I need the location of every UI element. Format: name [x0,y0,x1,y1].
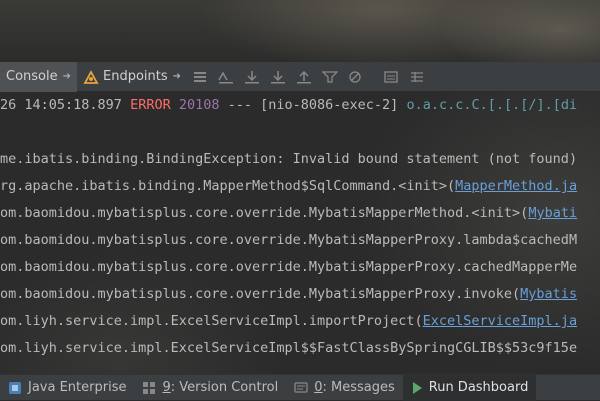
stack-line: om.baomidou.mybatisplus.core.override.My… [0,232,578,248]
download-icon[interactable] [270,69,286,85]
console-output: 26 14:05:18.897 ERROR 20108 --- [nio-808… [0,92,600,374]
pin-icon[interactable]: ➜ [173,71,181,82]
version-control-icon [142,381,156,395]
source-link[interactable]: MapperMethod.ja [455,178,577,194]
scroll-down-icon[interactable] [244,69,260,85]
pin-icon[interactable]: ➜ [63,71,71,82]
log-line-header: 26 14:05:18.897 ERROR 20108 --- [nio-808… [0,97,578,113]
background-photo [0,0,600,62]
tab-endpoints[interactable]: Endpoints ➜ [77,62,187,92]
sort-icon[interactable] [218,69,234,85]
stack-line: om.baomidou.mybatisplus.core.override.My… [0,259,578,275]
stack-line: om.baomidou.mybatisplus.core.override.My… [0,205,578,221]
endpoints-icon [83,69,99,85]
filter-icon[interactable] [322,69,339,85]
source-link[interactable]: Mybati [528,205,577,221]
run-icon [411,381,423,395]
tab-console-label: Console [6,69,58,84]
menu-icon[interactable] [192,69,208,85]
tool-window-toolbar: Console ➜ Endpoints ➜ [0,61,600,92]
clear-icon[interactable] [348,69,364,85]
bottom-tool-bar: Java Enterprise 9: Version Control 0: Me… [0,374,600,401]
tab-messages[interactable]: 0: Messages [286,375,403,401]
print-icon[interactable] [383,69,399,85]
stack-line: om.baomidou.mybatisplus.core.override.My… [0,286,578,302]
logger-name: o.a.c.c.C.[.[.[/].[di [406,97,578,113]
stack-line: om.liyh.service.impl.ExcelServiceImpl.im… [0,313,578,329]
source-link[interactable]: ExcelServiceImpl.ja [423,313,577,329]
tab-endpoints-label: Endpoints [103,69,168,84]
layout-icon[interactable] [409,69,425,85]
messages-icon [294,381,308,395]
stack-line: me.ibatis.binding.BindingException: Inva… [0,151,578,167]
upload-icon[interactable] [296,69,312,85]
source-link[interactable]: Mybatis [520,286,577,302]
log-level: ERROR [130,97,171,113]
tab-run-dashboard[interactable]: Run Dashboard [402,374,537,401]
tab-version-control[interactable]: 9: Version Control [134,375,286,401]
process-id: 20108 [178,97,220,113]
tab-console[interactable]: Console ➜ [0,61,77,92]
stack-line: rg.apache.ibatis.binding.MapperMethod$Sq… [0,178,578,194]
stack-line: om.liyh.service.impl.ExcelServiceImpl$$F… [0,340,578,356]
java-enterprise-icon [8,381,22,395]
tab-java-enterprise[interactable]: Java Enterprise [0,375,134,401]
